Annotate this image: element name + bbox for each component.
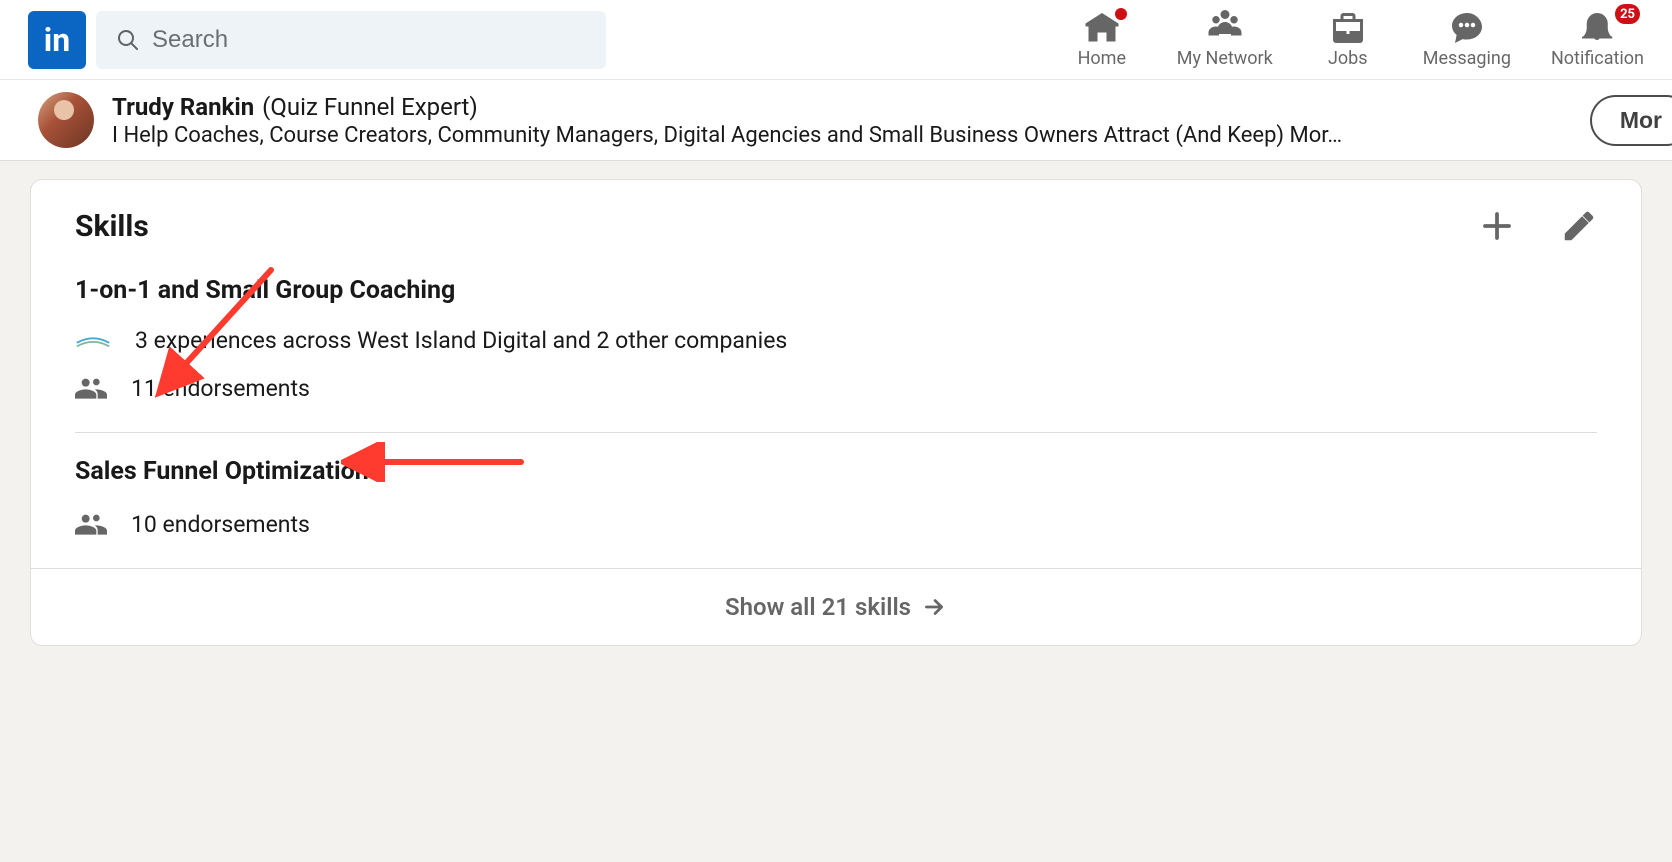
- nav-items: Home My Network Jobs Messaging 25 Notifi…: [1067, 10, 1644, 69]
- network-icon: [1207, 10, 1243, 46]
- endorsements-text: 10 endorsements: [131, 511, 310, 538]
- nav-messaging[interactable]: Messaging: [1423, 10, 1511, 69]
- pencil-icon[interactable]: [1561, 208, 1597, 244]
- people-icon: [75, 372, 107, 404]
- global-header: in Home My Network Jobs Messaging 25 Not…: [0, 0, 1672, 80]
- bell-icon: [1579, 10, 1615, 46]
- search-icon: [116, 28, 140, 52]
- skill-item[interactable]: Sales Funnel Optimization 10 endorsement…: [31, 433, 1641, 568]
- card-actions: [1479, 208, 1597, 244]
- endorsements-text: 11 endorsements: [131, 375, 310, 402]
- nav-network[interactable]: My Network: [1177, 10, 1273, 69]
- avatar[interactable]: [38, 92, 94, 148]
- profile-headline: I Help Coaches, Course Creators, Communi…: [112, 123, 1572, 148]
- nav-notifications[interactable]: 25 Notification: [1551, 10, 1644, 69]
- skill-name: 1-on-1 and Small Group Coaching: [75, 276, 1597, 305]
- skills-card: Skills 1-on-1 and Small Group Coaching 3…: [30, 179, 1642, 646]
- search-input[interactable]: [152, 26, 586, 54]
- profile-info: Trudy Rankin (Quiz Funnel Expert) I Help…: [112, 93, 1572, 148]
- nav-label: My Network: [1177, 48, 1273, 69]
- skills-title: Skills: [75, 209, 1479, 244]
- skill-endorsements-row[interactable]: 10 endorsements: [75, 508, 1597, 540]
- profile-name: Trudy Rankin: [112, 93, 254, 121]
- search-box[interactable]: [96, 11, 606, 69]
- profile-bar: Trudy Rankin (Quiz Funnel Expert) I Help…: [0, 80, 1672, 161]
- nav-home[interactable]: Home: [1067, 10, 1137, 69]
- skill-experience-row[interactable]: 3 experiences across West Island Digital…: [75, 327, 1597, 354]
- nav-label: Messaging: [1423, 48, 1511, 69]
- notifications-badge: 25: [1615, 4, 1640, 24]
- profile-suffix: (Quiz Funnel Expert): [262, 93, 478, 121]
- show-all-skills[interactable]: Show all 21 skills: [31, 568, 1641, 645]
- card-header: Skills: [31, 180, 1641, 252]
- skill-endorsements-row[interactable]: 11 endorsements: [75, 372, 1597, 404]
- messaging-icon: [1449, 10, 1485, 46]
- jobs-icon: [1330, 10, 1366, 46]
- nav-label: Notification: [1551, 48, 1644, 69]
- content-area: Skills 1-on-1 and Small Group Coaching 3…: [0, 161, 1672, 676]
- skill-name: Sales Funnel Optimization: [75, 457, 1597, 486]
- more-button[interactable]: Mor: [1590, 95, 1672, 146]
- nav-jobs[interactable]: Jobs: [1313, 10, 1383, 69]
- nav-label: Home: [1078, 48, 1126, 69]
- plus-icon[interactable]: [1479, 208, 1515, 244]
- skill-experience-text: 3 experiences across West Island Digital…: [135, 327, 787, 354]
- show-all-text: Show all 21 skills: [725, 593, 911, 621]
- people-icon: [75, 508, 107, 540]
- skill-item[interactable]: 1-on-1 and Small Group Coaching 3 experi…: [31, 252, 1641, 432]
- nav-label: Jobs: [1328, 48, 1368, 69]
- home-badge-dot: [1113, 6, 1129, 22]
- linkedin-logo[interactable]: in: [28, 11, 86, 69]
- arrow-right-icon: [921, 594, 947, 620]
- company-logo-icon: [75, 329, 111, 353]
